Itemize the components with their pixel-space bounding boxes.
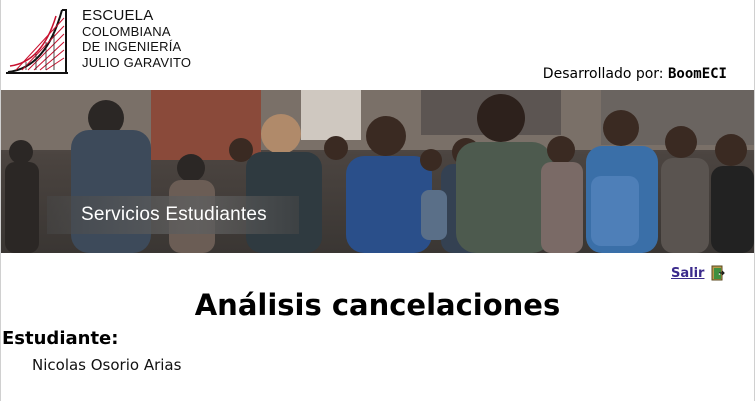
logo-wordmark: Escuela Colombiana de Ingeniería Julio G… xyxy=(82,8,191,70)
developer-label: Desarrollado por: xyxy=(542,66,664,82)
developer-brand: BoomECI xyxy=(667,66,727,82)
escuela-logo-mark-icon xyxy=(6,9,68,74)
logo-line-3: de Ingeniería xyxy=(82,39,182,54)
page-header: Escuela Colombiana de Ingeniería Julio G… xyxy=(0,0,755,90)
students-banner-photo: Servicios Estudiantes xyxy=(1,90,754,253)
banner-title: Servicios Estudiantes xyxy=(47,196,299,234)
student-name: Nicolas Osorio Arias xyxy=(32,356,182,374)
logout-link[interactable]: Salir xyxy=(671,266,704,281)
page-title: Análisis cancelaciones xyxy=(194,288,561,322)
logo-line-2: Colombiana xyxy=(82,23,171,39)
logout-control[interactable]: Salir xyxy=(671,265,726,281)
student-label: Estudiante: xyxy=(2,328,119,349)
university-logo: Escuela Colombiana de Ingeniería Julio G… xyxy=(6,4,196,78)
exit-door-icon[interactable] xyxy=(710,265,726,281)
logo-line-4: Julio Garavito xyxy=(82,54,192,70)
logo-line-1: Escuela xyxy=(82,7,154,24)
developer-credit: Desarrollado por: BoomECI xyxy=(543,66,727,82)
